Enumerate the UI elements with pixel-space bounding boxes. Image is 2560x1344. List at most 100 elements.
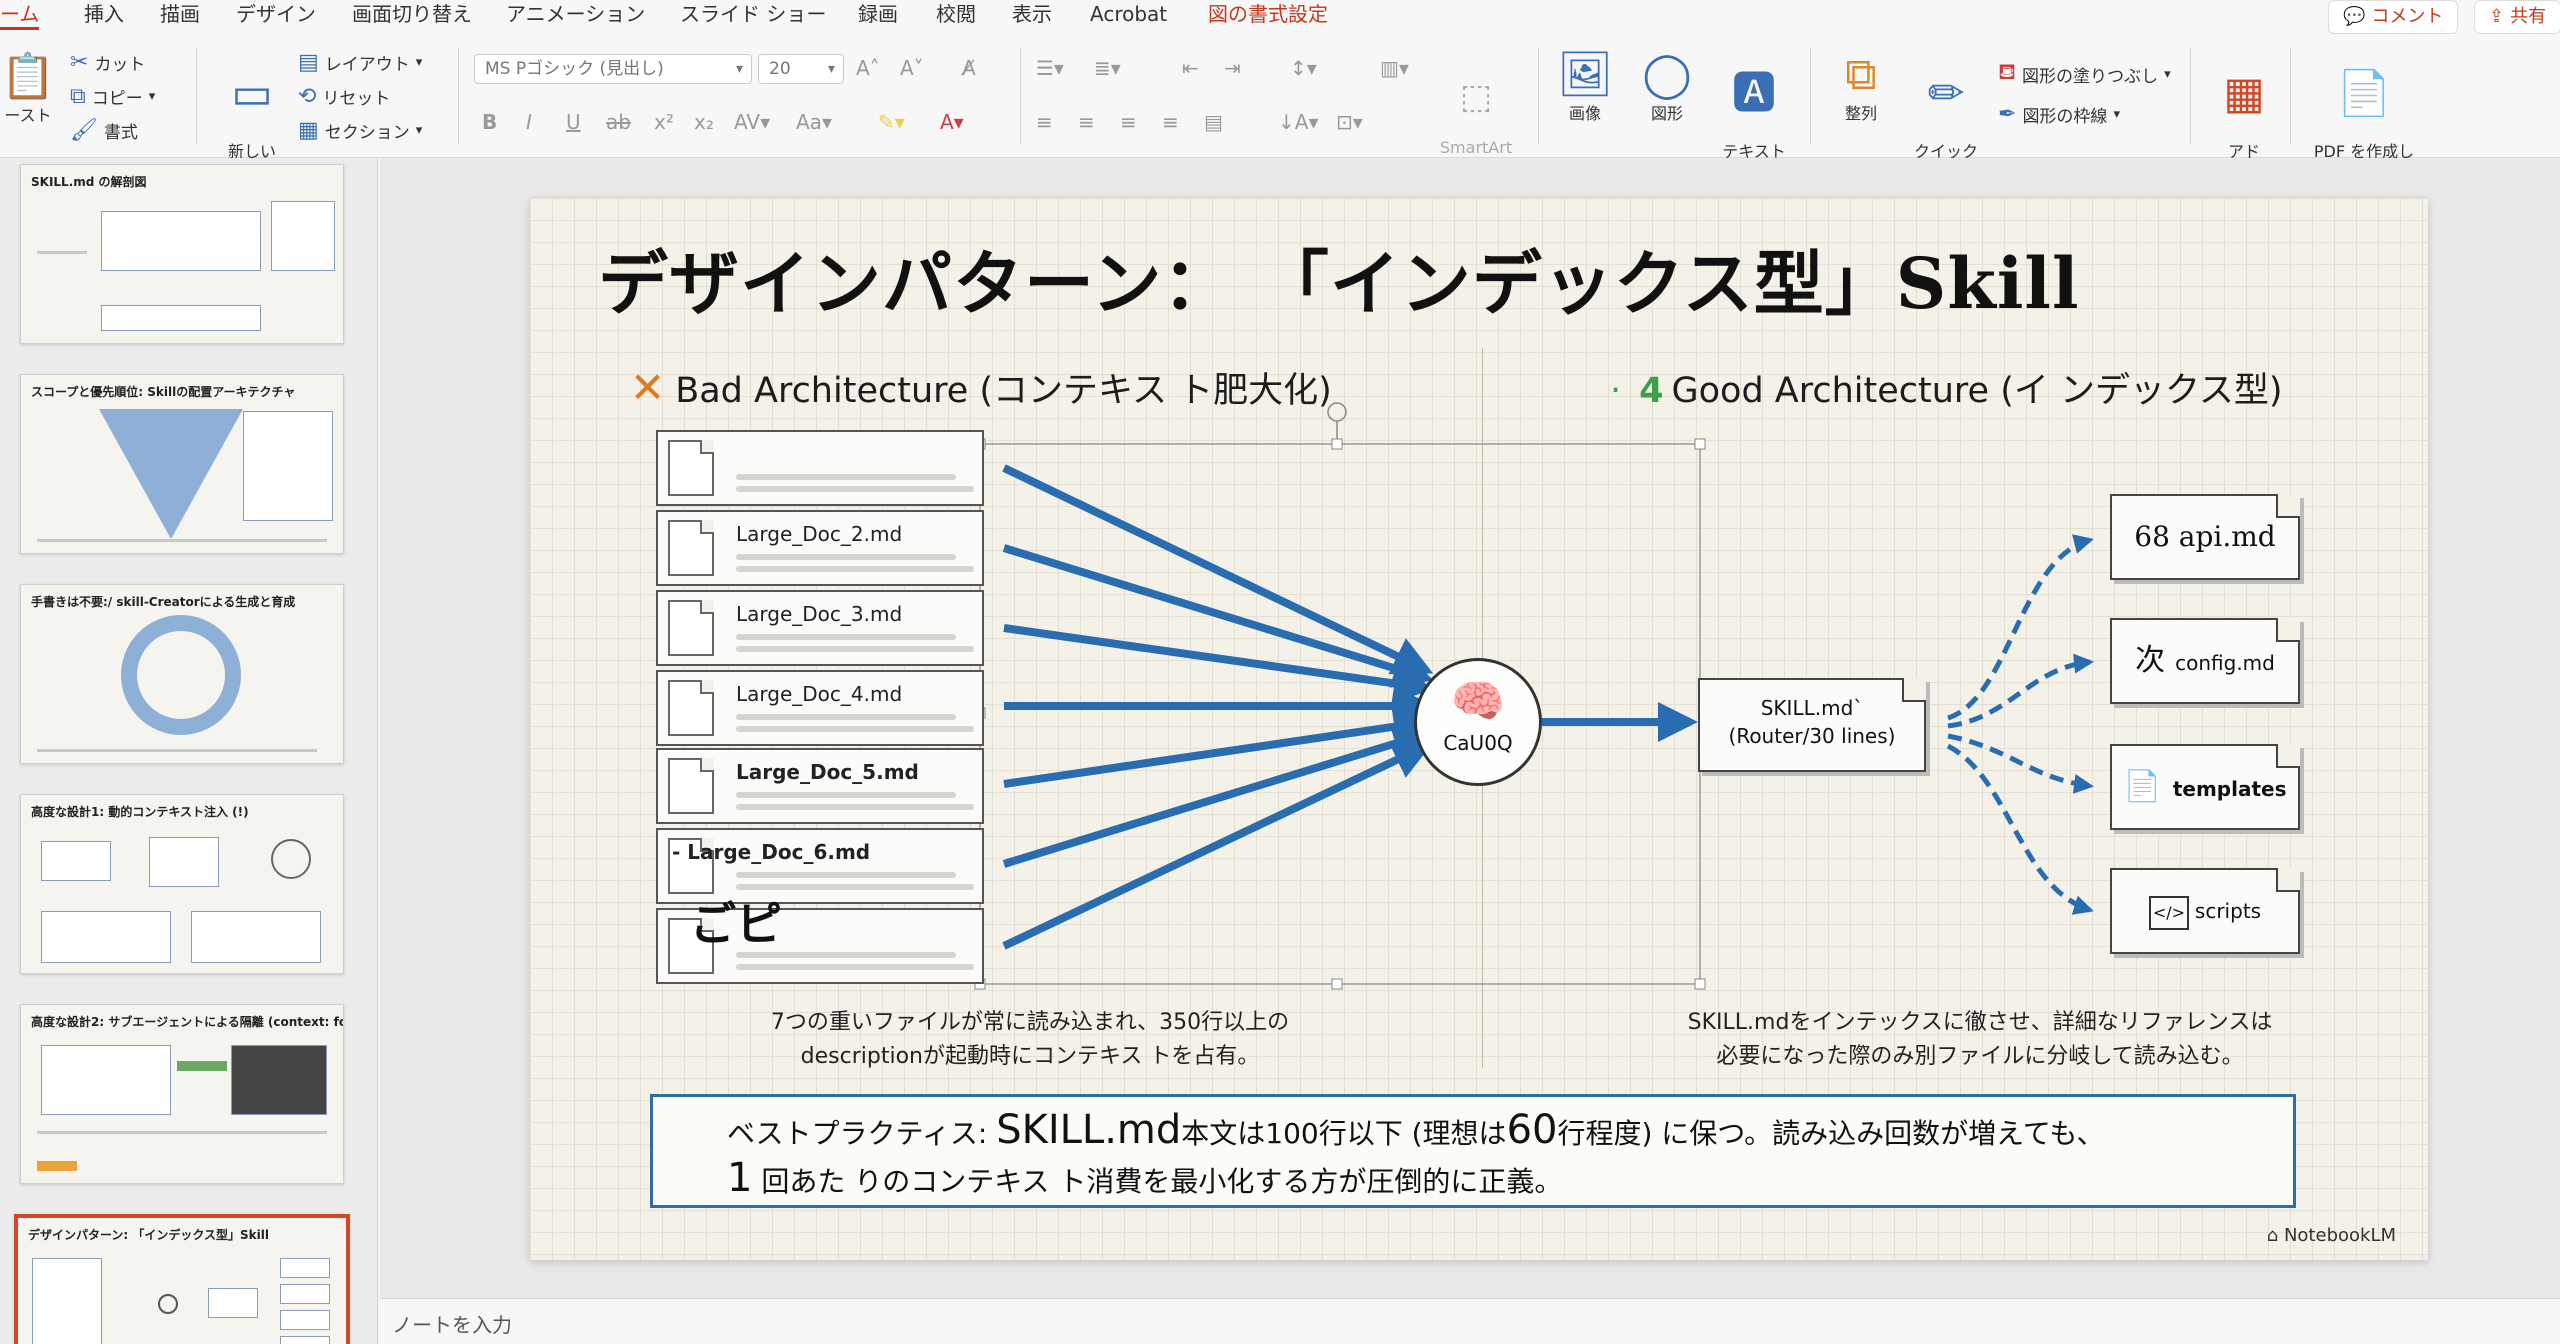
align-left-icon[interactable]: ≡ — [1036, 110, 1053, 134]
image-button[interactable]: 🖼 画像 — [1550, 48, 1620, 123]
strikethrough-icon[interactable]: ab — [606, 110, 631, 134]
thumb-line — [37, 749, 317, 752]
config-md-node[interactable]: 次 config.md — [2110, 618, 2300, 704]
thumb-shape — [231, 1045, 327, 1115]
shrink-font-icon[interactable]: A˅ — [900, 56, 924, 80]
selection-handle[interactable] — [1694, 438, 1706, 450]
notes-pane[interactable]: ノートを入力 — [380, 1298, 2560, 1344]
brain-icon: 🧠 — [1450, 676, 1506, 727]
shape-button[interactable]: ◯ 図形 — [1632, 48, 1702, 123]
text-direction-icon[interactable]: ↓A▾ — [1278, 110, 1318, 134]
doc-file[interactable] — [656, 430, 984, 506]
italic-icon[interactable]: I — [526, 110, 532, 134]
cut-button[interactable]: ✂ カット — [70, 50, 145, 75]
slide-thumbnail[interactable]: 高度な設計1: 動的コンテキスト注入 (!) — [20, 794, 344, 974]
format-painter-button[interactable]: 🖌 書式 — [70, 118, 138, 143]
copy-button[interactable]: ⧉ コピー ▾ — [70, 84, 155, 109]
underline-icon[interactable]: U — [566, 110, 581, 134]
shape-outline-button[interactable]: ✒ 図形の枠線 ▾ — [1998, 102, 2120, 127]
font-color-icon[interactable]: A▾ — [940, 110, 964, 134]
char-spacing-icon[interactable]: AV▾ — [734, 110, 770, 134]
new-slide-icon: ▭ — [231, 68, 273, 119]
bold-icon[interactable]: B — [482, 110, 497, 134]
text-line — [736, 726, 974, 732]
slide[interactable]: デザインパターン： 「インデックス型」Skill ✕ Bad Architectu… — [530, 198, 2428, 1260]
align-center-icon[interactable]: ≡ — [1078, 110, 1095, 134]
clear-format-icon[interactable]: A̸ — [962, 56, 976, 80]
tab-acrobat[interactable]: Acrobat — [1090, 0, 1167, 30]
font-size-select[interactable]: 20 ▾ — [758, 54, 844, 84]
shape-fill-button[interactable]: ⛾ 図形の塗りつぶし ▾ — [1998, 60, 2171, 88]
tab-review[interactable]: 校閲 — [936, 0, 976, 30]
tab-view[interactable]: 表示 — [1012, 0, 1052, 30]
numbering-icon[interactable]: ≣▾ — [1094, 56, 1121, 80]
doc-file[interactable]: Large_Doc_3.md — [656, 590, 984, 666]
skill-router-node[interactable]: SKILL.md` (Router/30 lines) — [1698, 678, 1926, 772]
highlight-icon[interactable]: ✎▾ — [878, 110, 905, 134]
good-caption[interactable]: SKILL.mdをインテックスに徹させ、詳細なリファレンスは 必要になった際のみ… — [1660, 1006, 2300, 1074]
selection-handle[interactable] — [1694, 978, 1706, 990]
doc-file[interactable]: Large_Doc_5.md — [656, 748, 984, 824]
tab-picture-format[interactable]: 図の書式設定 — [1208, 0, 1328, 30]
superscript-icon[interactable]: x² — [654, 110, 674, 134]
justify-icon[interactable]: ≡ — [1162, 110, 1179, 134]
arrange-button[interactable]: ⧉ 整列 — [1826, 48, 1896, 123]
increase-indent-icon[interactable]: ⇥ — [1224, 56, 1241, 80]
slide-thumbnail[interactable]: SKILL.md の解剖図 — [20, 164, 344, 344]
brain-node[interactable]: 🧠 CaU0Q — [1414, 658, 1542, 786]
tab-home[interactable]: ーム — [0, 0, 40, 30]
notes-placeholder[interactable]: ノートを入力 — [392, 1309, 512, 1338]
doc-file[interactable]: Large_Doc_2.md — [656, 510, 984, 586]
layout-button[interactable]: ▤ レイアウト ▾ — [298, 50, 422, 75]
clipboard-icon: 📋 — [0, 51, 56, 102]
line-spacing-icon[interactable]: ↕▾ — [1290, 56, 1317, 80]
best-practice-box[interactable]: ベストプラクティス: SKILL.md本文は100行以下 (理想は60行程度) … — [650, 1094, 2296, 1208]
section-button[interactable]: ▦ セクション ▾ — [298, 118, 422, 143]
slide-thumbnail[interactable]: 高度な設計2: サブエージェントによる隔離 (context: fork) — [20, 1004, 344, 1184]
thumb-shape — [41, 841, 111, 881]
bullets-icon[interactable]: ☰▾ — [1036, 56, 1064, 80]
slide-thumbnail[interactable]: 手書きは不要:/ skill-Creatorによる生成と育成 — [20, 584, 344, 764]
bad-caption[interactable]: 7つの重いファイルが常に読み込まれ、350行以上の descriptionが起動… — [710, 1006, 1350, 1074]
tab-slideshow[interactable]: スライド ショー — [680, 0, 826, 30]
api-md-node[interactable]: 68 api.md — [2110, 494, 2300, 580]
tab-insert[interactable]: 挿入 — [84, 0, 124, 30]
grow-font-icon[interactable]: A˄ — [856, 56, 880, 80]
align-right-icon[interactable]: ≡ — [1120, 110, 1137, 134]
reset-button[interactable]: ⟲ リセット — [298, 84, 390, 109]
subscript-icon[interactable]: x₂ — [694, 110, 714, 134]
change-case-icon[interactable]: Aa▾ — [796, 110, 832, 134]
paste-button[interactable]: 📋 ースト — [0, 50, 56, 125]
columns-icon[interactable]: ▥▾ — [1380, 56, 1409, 80]
thumb-shape — [32, 1258, 102, 1344]
templates-node[interactable]: 📄 templates — [2110, 744, 2300, 830]
tab-draw[interactable]: 描画 — [160, 0, 200, 30]
share-button[interactable]: ⇪ 共有 — [2474, 0, 2560, 34]
thumb-shape — [280, 1258, 330, 1278]
rotate-handle-icon[interactable] — [1327, 402, 1347, 422]
align-text-icon[interactable]: ⊡▾ — [1336, 110, 1363, 134]
tab-animations[interactable]: アニメーション — [506, 0, 645, 30]
distribute-icon[interactable]: ▤ — [1204, 110, 1223, 134]
tab-design[interactable]: デザイン — [236, 0, 316, 30]
selection-handle[interactable] — [1331, 978, 1343, 990]
comment-icon: 💬 — [2343, 6, 2366, 27]
doc-file[interactable]: Large_Doc_4.md — [656, 670, 984, 746]
slide-thumbnails-pane: SKILL.md の解剖図 スコープと優先順位: Skillの配置アーキテクチャ… — [0, 158, 378, 1344]
tab-transitions[interactable]: 画面切り替え — [352, 0, 472, 30]
decrease-indent-icon[interactable]: ⇤ — [1182, 56, 1199, 80]
slide-thumbnail[interactable]: スコープと優先順位: Skillの配置アーキテクチャ — [20, 374, 344, 554]
thumb-line — [37, 1131, 327, 1134]
thumb-funnel — [99, 409, 243, 539]
scripts-node[interactable]: </> scripts — [2110, 868, 2300, 954]
thumb-line — [37, 539, 327, 542]
comment-button[interactable]: 💬 コメント — [2328, 0, 2459, 34]
thumb-brain — [158, 1294, 178, 1314]
slide-thumbnail-selected[interactable]: デザインパターン: 「インデックス型」Skill — [14, 1214, 350, 1344]
text-line — [736, 872, 956, 878]
ribbon-tabbar: ーム 挿入 描画 デザイン 画面切り替え アニメーション スライド ショー 録画… — [0, 0, 2560, 34]
selection-handle[interactable] — [1331, 438, 1343, 450]
tab-record[interactable]: 録画 — [858, 0, 898, 30]
font-name-select[interactable]: MS Pゴシック (見出し) ▾ — [474, 54, 752, 84]
section-icon: ▦ — [298, 118, 319, 143]
